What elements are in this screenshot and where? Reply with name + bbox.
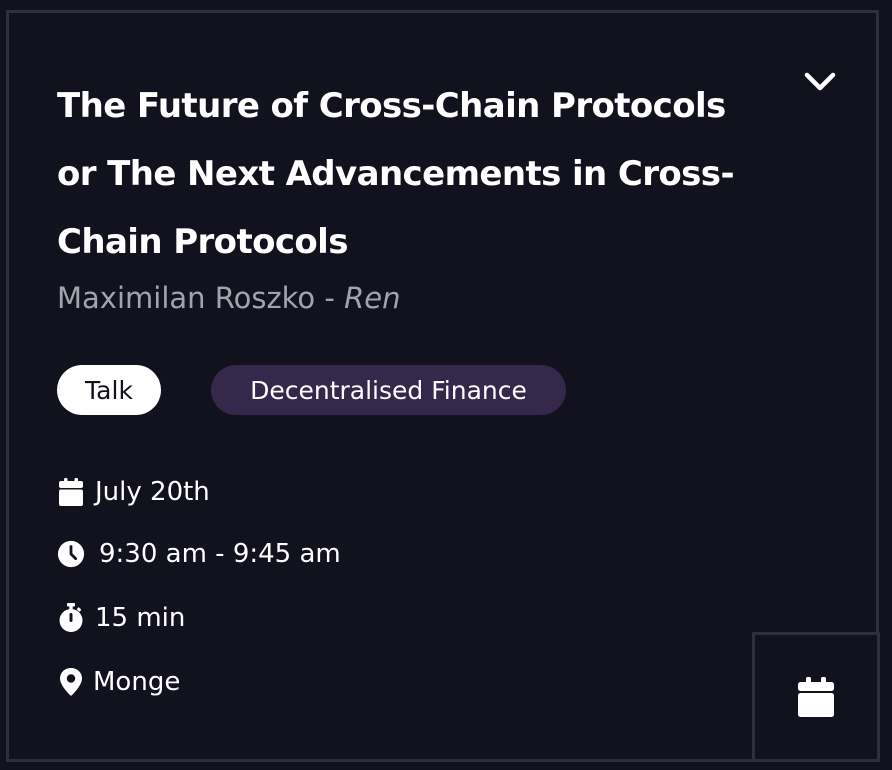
session-topic-tag: Decentralised Finance [211,365,566,415]
time-row: 9:30 am - 9:45 am [57,536,341,572]
add-to-calendar-button[interactable] [752,632,880,762]
location-row: Monge [57,664,180,700]
session-type-tag: Talk [57,365,161,415]
stopwatch-icon [57,603,85,633]
session-title: The Future of Cross-Chain Protocols or T… [57,86,735,262]
calendar-icon [798,677,834,717]
date-row: July 20th [57,474,210,510]
session-location: Monge [93,667,181,697]
session-time: 9:30 am - 9:45 am [99,539,341,569]
expand-button[interactable] [798,62,842,102]
duration-row: 15 min [57,600,185,636]
speaker-organization: Ren [344,281,401,315]
chevron-down-icon [804,72,836,91]
speaker-separator: - [315,281,345,315]
clock-icon [57,539,85,569]
session-duration: 15 min [95,603,186,633]
speaker-name: Maximilan Roszko [57,281,316,315]
session-date: July 20th [95,477,210,507]
calendar-icon [57,477,85,507]
speaker-line: Maximilan Roszko - Ren [57,280,400,316]
map-pin-icon [57,667,85,697]
